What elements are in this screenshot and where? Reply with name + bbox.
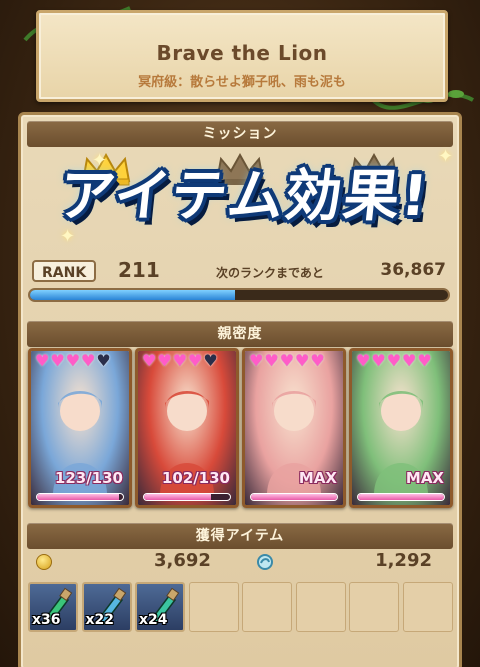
stage-title-panel: Brave the Lion 冥府級：散らせよ獅子吼、雨も泥も: [36, 10, 448, 102]
affection-card[interactable]: ♥ ♥ ♥ ♥ ♥ MAX: [242, 348, 346, 508]
heart-filled-icon: ♥: [264, 351, 279, 370]
heart-empty-icon: ♥: [96, 351, 111, 370]
empty-item-slot: [402, 582, 453, 632]
orb-icon: [257, 554, 273, 570]
affection-hearts: ♥ ♥ ♥ ♥ ♥: [142, 353, 232, 369]
mission-header: ミッション: [27, 121, 453, 147]
affection-value: MAX: [298, 469, 337, 487]
heart-filled-icon: ♥: [172, 351, 188, 370]
empty-item-slot: [295, 582, 346, 632]
affection-card[interactable]: ♥ ♥ ♥ ♥ ♥ MAX: [349, 348, 453, 508]
heart-filled-icon: ♥: [295, 351, 310, 370]
affection-value: 102/130: [161, 469, 230, 487]
affection-hearts: ♥ ♥ ♥ ♥ ♥: [356, 353, 446, 369]
heart-filled-icon: ♥: [386, 351, 402, 370]
currency-row: 3,692 1,292: [26, 548, 454, 576]
rank-progress-fill: [30, 290, 235, 300]
affection-progress-bar: [357, 493, 445, 501]
heart-filled-icon: ♥: [279, 351, 295, 370]
heart-filled-icon: ♥: [142, 351, 157, 370]
item-effect-banner: アイテム効果!: [55, 164, 433, 229]
empty-item-slot: [188, 582, 239, 632]
heart-filled-icon: ♥: [249, 351, 264, 370]
heart-empty-icon: ♥: [203, 351, 218, 370]
heart-filled-icon: ♥: [81, 351, 96, 370]
affection-progress-bar: [250, 493, 338, 501]
rank-row: RANK 211 次のランクまであと 36,867: [26, 258, 454, 286]
item-count: x36: [32, 612, 61, 628]
heart-filled-icon: ♥: [50, 351, 65, 370]
empty-item-slot: [349, 582, 399, 632]
rank-value: 211: [118, 258, 160, 282]
heart-filled-icon: ♥: [417, 351, 432, 370]
item-slot[interactable]: x36: [28, 582, 78, 632]
item-slot[interactable]: x22: [81, 582, 132, 632]
heart-filled-icon: ♥: [157, 351, 172, 370]
affection-progress-fill: [144, 494, 212, 500]
affection-card[interactable]: ♥ ♥ ♥ ♥ ♥ 123/130: [28, 348, 132, 508]
item-slot[interactable]: x24: [135, 582, 185, 632]
empty-item-slot: [242, 582, 292, 632]
affection-value: 123/130: [54, 469, 123, 487]
heart-filled-icon: ♥: [356, 351, 371, 370]
item-slots: x36 x22 x24: [28, 582, 454, 642]
affection-progress-fill: [37, 494, 119, 500]
stage-name: Brave the Lion: [156, 41, 328, 65]
coin-icon: [36, 554, 52, 570]
affection-hearts: ♥ ♥ ♥ ♥ ♥: [35, 353, 125, 369]
affection-card[interactable]: ♥ ♥ ♥ ♥ ♥ 102/130: [135, 348, 239, 508]
heart-filled-icon: ♥: [65, 351, 81, 370]
rank-next-label: 次のランクまであと: [216, 266, 324, 280]
heart-filled-icon: ♥: [188, 351, 203, 370]
heart-filled-icon: ♥: [402, 351, 417, 370]
rank-progress-bar: [28, 288, 450, 302]
items-header: 獲得アイテム: [27, 523, 453, 549]
affection-value: MAX: [405, 469, 444, 487]
item-count: x22: [85, 612, 115, 628]
heart-filled-icon: ♥: [35, 351, 50, 370]
item-count: x24: [139, 612, 168, 628]
affection-progress-fill: [251, 494, 337, 500]
heart-filled-icon: ♥: [371, 351, 386, 370]
heart-filled-icon: ♥: [310, 351, 325, 370]
affection-hearts: ♥ ♥ ♥ ♥ ♥: [249, 353, 339, 369]
affection-cards: ♥ ♥ ♥ ♥ ♥ 123/130 ♥ ♥ ♥ ♥ ♥ 102/130 ♥ ♥ ♥ ♥ ♥ MAX ♥ ♥ ♥ ♥ ♥ MAX: [28, 348, 454, 508]
stage-subtitle: 冥府級：散らせよ獅子吼、雨も泥も: [138, 75, 346, 90]
affection-progress-fill: [358, 494, 444, 500]
affection-header: 親密度: [27, 321, 453, 347]
rank-next-value: 36,867: [380, 260, 446, 280]
orb-value: 1,292: [375, 550, 432, 571]
affection-progress-bar: [36, 493, 124, 501]
affection-progress-bar: [143, 493, 231, 501]
rank-label: RANK: [32, 260, 97, 282]
coin-value: 3,692: [154, 550, 211, 571]
